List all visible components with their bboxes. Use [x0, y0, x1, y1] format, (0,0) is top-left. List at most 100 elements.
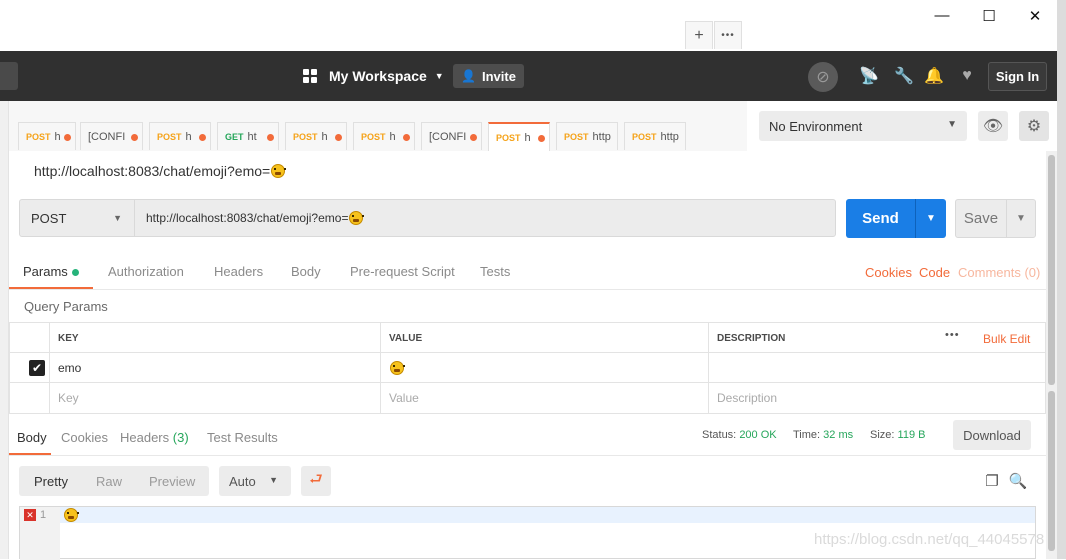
tab-pre-request-script[interactable]: Pre-request Script [350, 264, 455, 279]
value-placeholder-cell[interactable]: Value [380, 383, 708, 413]
manage-environments-button[interactable]: ⚙ [1019, 111, 1049, 141]
param-value-cell[interactable] [380, 353, 708, 383]
tab-params-label: Params [23, 264, 68, 279]
emoji-icon [390, 361, 405, 375]
tab-pre-request-label: Pre-request Script [350, 264, 455, 279]
tab-body[interactable]: Body [291, 264, 321, 279]
request-tab[interactable]: POST h [285, 122, 347, 150]
workspace-selector[interactable]: My Workspace ▼ [303, 65, 444, 87]
response-tab-headers-label: Headers [120, 430, 170, 445]
wrap-lines-button[interactable]: ⮐ [301, 466, 331, 496]
maximize-button[interactable]: ☐ [966, 0, 1012, 31]
param-description-cell[interactable] [708, 353, 1045, 383]
tab-headers[interactable]: Headers [214, 264, 263, 279]
workspace-grid-icon [303, 69, 317, 83]
error-icon: ✕ [24, 509, 36, 521]
time-info: Time: 32 ms [793, 429, 853, 441]
query-params-table: KEY VALUE DESCRIPTION ••• Bulk Edit ✔ em… [9, 322, 1046, 414]
environment-label: No Environment [769, 118, 863, 134]
status-value: 200 OK [739, 429, 777, 441]
download-button[interactable]: Download [953, 420, 1031, 450]
minimize-icon: — [934, 7, 950, 24]
copy-icon[interactable]: ❐ [982, 471, 1002, 491]
request-tab[interactable]: POST http [556, 122, 618, 150]
description-placeholder-cell[interactable]: Description [708, 383, 1045, 413]
tab-tests[interactable]: Tests [480, 264, 510, 279]
request-tab[interactable]: [CONFI [421, 122, 482, 150]
format-raw[interactable]: Raw [96, 466, 122, 496]
environment-selector[interactable]: No Environment ▼ [759, 111, 967, 141]
wrap-icon: ⮐ [309, 470, 323, 488]
save-options-chevron-icon[interactable]: ▼ [1007, 200, 1035, 237]
unsaved-dot-icon [131, 134, 138, 141]
bell-icon[interactable]: 🔔 [922, 64, 946, 88]
sign-in-button[interactable]: Sign In [988, 62, 1047, 91]
bulk-edit-link[interactable]: Bulk Edit [983, 332, 1030, 346]
language-select[interactable]: Auto ▼ [219, 466, 291, 496]
query-params-title: Query Params [24, 299, 108, 314]
scrollbar-thumb[interactable] [1048, 155, 1055, 385]
request-tab[interactable]: POST h [488, 122, 550, 151]
format-preview[interactable]: Preview [149, 466, 195, 496]
more-icon[interactable]: ••• [945, 329, 963, 341]
search-icon[interactable]: 🔍 [1008, 471, 1028, 491]
column-value: VALUE [380, 323, 708, 353]
wrench-icon[interactable]: 🔧 [892, 64, 916, 88]
tab-url-label: h [321, 130, 328, 143]
url-input[interactable]: http://localhost:8083/chat/emoji?emo= [134, 199, 836, 237]
environment-quick-look-button[interactable]: 👁 [978, 111, 1008, 141]
response-tab-body[interactable]: Body [17, 430, 47, 445]
window-titlebar: — ☐ ✕ [0, 0, 1066, 31]
tab-params[interactable]: Params [23, 264, 79, 279]
key-placeholder-cell[interactable]: Key [49, 383, 380, 413]
status-label: Status: [702, 429, 737, 441]
request-tab[interactable]: POST h [18, 122, 76, 150]
param-key-cell[interactable]: emo [49, 353, 380, 383]
watermark-text: https://blog.csdn.net/qq_44045578 [814, 531, 1045, 548]
request-tab[interactable]: [CONFI [80, 122, 143, 150]
response-tab-test-results[interactable]: Test Results [207, 430, 278, 445]
vertical-scrollbar[interactable] [1046, 151, 1057, 559]
new-button-edge[interactable] [0, 62, 18, 90]
code-link[interactable]: Code [919, 265, 950, 280]
param-enabled-checkbox[interactable]: ✔ [29, 360, 45, 376]
method-select[interactable]: POST ▼ [19, 199, 135, 237]
heart-icon[interactable]: ♥ [955, 64, 979, 88]
tab-method-label: POST [157, 131, 182, 142]
close-button[interactable]: ✕ [1012, 0, 1058, 31]
satellite-icon[interactable]: 📡 [857, 64, 881, 88]
request-tab[interactable]: POST h [149, 122, 211, 150]
unsaved-dot-icon [199, 134, 206, 141]
close-icon: ✕ [1028, 7, 1042, 25]
sign-in-label: Sign In [995, 69, 1040, 84]
tab-method-label: POST [496, 132, 521, 143]
comments-link[interactable]: Comments (0) [958, 265, 1040, 280]
emoji-icon [64, 508, 79, 523]
response-tab-headers[interactable]: Headers (3) [120, 430, 189, 445]
new-tab-button[interactable]: + [685, 21, 713, 49]
time-label: Time: [793, 429, 821, 441]
chevron-down-icon: ▼ [434, 71, 444, 81]
table-row: ✔ emo [10, 353, 1045, 383]
tab-more-button[interactable]: ••• [714, 21, 742, 49]
invite-button[interactable]: 👤 Invite [453, 64, 524, 88]
send-button[interactable]: Send ▼ [846, 199, 946, 238]
sync-off-icon[interactable]: ⊘ [808, 62, 838, 92]
tab-headers-label: Headers [214, 264, 264, 279]
tab-method-label: POST [361, 131, 386, 142]
response-tab-cookies[interactable]: Cookies [61, 430, 108, 445]
format-pretty[interactable]: Pretty [34, 466, 68, 496]
emoji-icon [271, 164, 287, 178]
tab-url-label: h [389, 130, 396, 143]
tab-body-label: Body [291, 264, 321, 279]
request-tab[interactable]: POST http [624, 122, 686, 150]
request-tab[interactable]: GET ht [217, 122, 279, 150]
save-button[interactable]: Save ▼ [955, 199, 1036, 238]
scrollbar-thumb[interactable] [1048, 391, 1055, 551]
minimize-button[interactable]: — [919, 0, 965, 31]
invite-label: Invite [481, 68, 516, 84]
cookies-link[interactable]: Cookies [865, 265, 912, 280]
tab-authorization[interactable]: Authorization [108, 264, 184, 279]
send-options-chevron-icon[interactable]: ▼ [916, 199, 946, 238]
request-tab[interactable]: POST h [353, 122, 415, 150]
